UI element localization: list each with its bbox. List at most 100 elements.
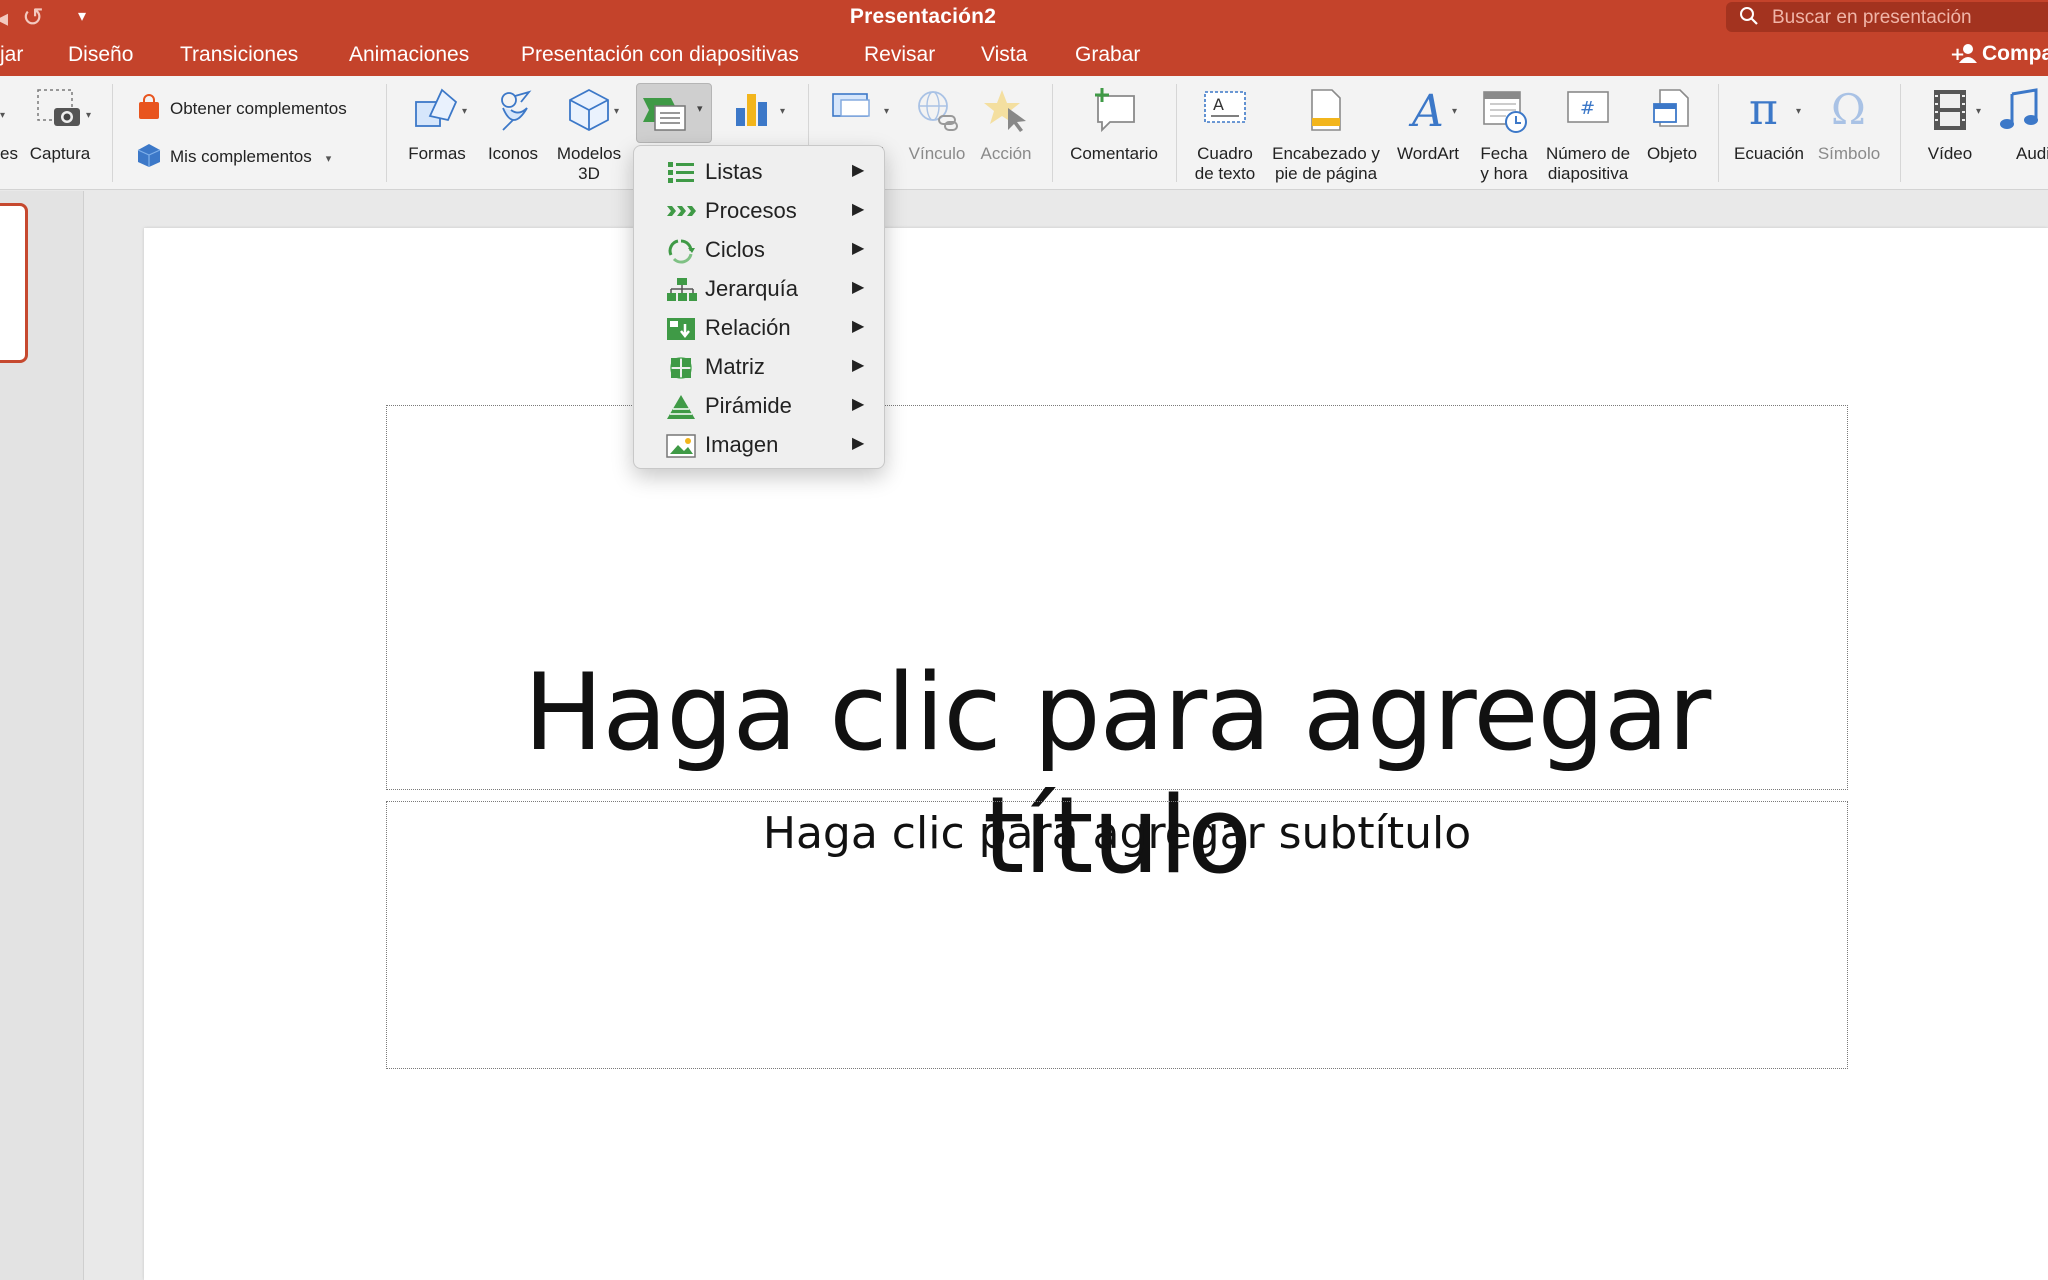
accion-label: Acción [980,144,1032,163]
chevron-down-icon[interactable]: ▾ [780,106,785,117]
subtitle-placeholder[interactable]: Haga clic para agregar subtítulo [386,801,1848,1069]
submenu-arrow-icon: ▶ [852,279,865,296]
chevron-down-icon[interactable]: ▾ [614,106,619,117]
action-star-icon [984,90,1026,132]
chevron-down-icon[interactable]: ▾ [86,110,91,121]
bird-icon [501,90,532,131]
wordart-label: WordArt [1396,144,1460,163]
menu-item-label: Listas [705,159,763,184]
relationship-icon [667,318,695,340]
cube-3d-icon [569,88,609,132]
svg-text:A: A [1408,86,1444,134]
menu-item-label: Matriz [705,354,765,379]
mis-complementos-button[interactable]: Mis complementos ▾ [136,142,331,168]
menu-item-relacion[interactable]: Relación ▶ [634,308,884,346]
submenu-arrow-icon: ▶ [852,162,865,179]
slide-thumbnail-pane [0,191,84,1280]
fecha-label-2: y hora [1480,164,1528,183]
smartart-button[interactable]: ▾ [636,83,712,143]
tab-grabar[interactable]: Grabar [1075,43,1140,67]
ribbon-partial-button[interactable]: es [0,76,20,186]
cuadro-texto-button[interactable]: A Cuadro de texto [1186,76,1264,190]
list-icon [668,162,694,183]
wordart-button[interactable]: A WordArt [1390,76,1466,186]
addins-cube-icon [137,144,161,167]
separator [112,84,113,182]
menu-item-piramide[interactable]: Pirámide ▶ [634,386,884,424]
share-label: Compa [1982,42,2048,65]
search-box[interactable]: Buscar en presentación [1726,2,2048,32]
svg-text:π: π [1749,86,1778,134]
tab-dibujar-partial[interactable]: jar [0,43,23,67]
search-icon [1740,7,1758,25]
process-icon [667,206,696,216]
chevron-down-icon[interactable]: ▾ [462,106,467,117]
picture-icon [666,434,696,458]
numero-label-2: diapositiva [1547,164,1629,183]
text-box-icon: A [1204,91,1246,123]
share-button[interactable]: + Compa [1950,42,2048,66]
calendar-clock-icon [1483,91,1527,133]
chevron-down-icon[interactable]: ▾ [884,106,889,117]
simbolo-button[interactable]: Ω Símbolo [1812,76,1886,186]
menu-item-label: Jerarquía [705,276,798,301]
tab-vista[interactable]: Vista [981,43,1027,67]
accion-button[interactable]: Acción [972,76,1040,186]
menu-item-matriz[interactable]: Matriz ▶ [634,347,884,385]
formas-button[interactable]: Formas [400,76,474,186]
menu-item-imagen[interactable]: Imagen ▶ [634,425,884,463]
menu-item-procesos[interactable]: Procesos ▶ [634,191,884,229]
menu-item-listas[interactable]: Listas ▶ [634,152,884,190]
comentario-button[interactable]: Comentario [1060,76,1168,186]
fecha-hora-button[interactable]: Fecha y hora [1472,76,1536,190]
fecha-label-1: Fecha [1480,144,1528,163]
iconos-button[interactable]: Iconos [480,76,546,186]
submenu-arrow-icon: ▶ [852,201,865,218]
submenu-arrow-icon: ▶ [852,318,865,335]
menu-item-jerarquia[interactable]: Jerarquía ▶ [634,269,884,307]
tab-diseno[interactable]: Diseño [68,43,133,67]
modelos-label-1: Modelos [556,144,622,163]
svg-text:Ω: Ω [1831,86,1866,134]
add-person-icon: + [1950,44,1977,65]
separator [1176,84,1177,182]
cuadro-label-2: de texto [1194,164,1256,183]
screen-recording-icon [832,93,870,117]
title-bar: ◂ ↺ ▾ Presentación2 Buscar en presentaci… [0,0,2048,36]
slide-thumbnail[interactable] [0,203,28,363]
film-video-icon [1934,90,1966,130]
obtener-label: Obtener complementos [170,99,347,118]
slide-number-icon: # [1567,91,1609,123]
chevron-down-icon: ▾ [697,103,703,115]
encabezado-button[interactable]: Encabezado y pie de página [1264,76,1388,190]
tab-transiciones[interactable]: Transiciones [180,43,298,67]
menu-item-ciclos[interactable]: Ciclos ▶ [634,230,884,268]
chevron-down-icon[interactable]: ▾ [1976,106,1981,117]
window-title: Presentación2 [849,5,997,28]
vinculo-button[interactable]: Vínculo [902,76,972,186]
tab-presentacion[interactable]: Presentación con diapositivas [521,43,799,67]
tab-animaciones[interactable]: Animaciones [349,43,469,67]
grafico-button[interactable] [722,76,782,136]
header-footer-icon [1311,89,1341,131]
audio-button[interactable]: Audi [1996,76,2048,186]
chevron-down-icon[interactable]: ▾ [1796,106,1801,117]
captura-button[interactable]: Captura [26,76,94,186]
mis-complementos-label: Mis complementos [170,147,312,166]
obtener-complementos-button[interactable]: Obtener complementos [136,94,347,120]
svg-text:#: # [1580,98,1595,119]
objeto-button[interactable]: Objeto [1640,76,1704,186]
video-button[interactable]: Vídeo [1914,76,1986,186]
chevron-down-icon[interactable]: ▾ [1452,106,1457,117]
formas-label: Formas [408,144,466,163]
smartart-icon [643,98,686,131]
menu-item-label: Imagen [705,432,779,457]
tab-revisar[interactable]: Revisar [864,43,935,67]
omega-symbol-icon: Ω [1831,86,1866,134]
ecuacion-button[interactable]: π Ecuación [1728,76,1810,186]
modelos-3d-button[interactable]: Modelos 3D [552,76,626,186]
menu-item-label: Pirámide [705,393,792,418]
title-placeholder[interactable]: Haga clic para agregar título [386,405,1848,897]
search-placeholder: Buscar en presentación [1772,7,1972,28]
numero-diapositiva-button[interactable]: # Número de diapositiva [1540,76,1636,190]
